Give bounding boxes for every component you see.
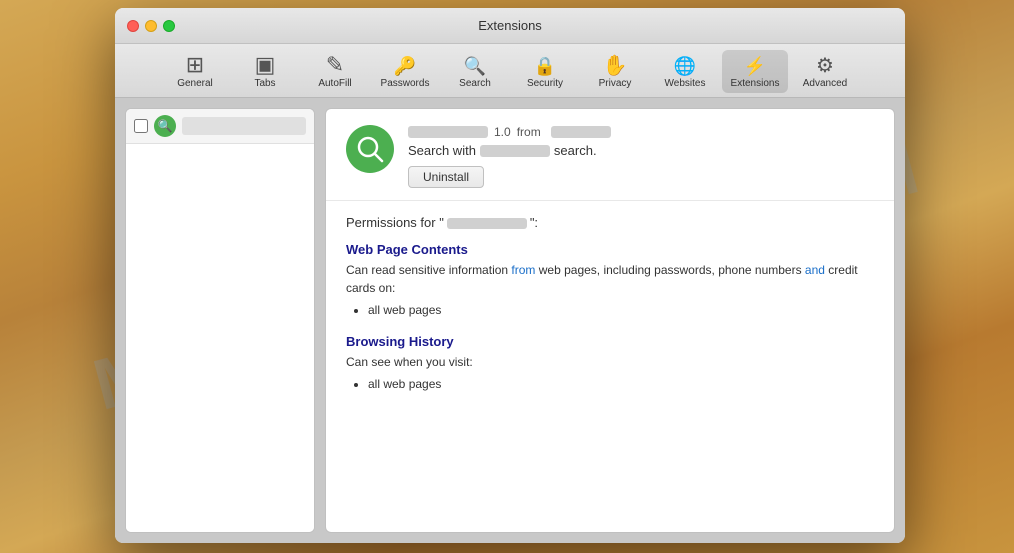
- highlight-from: from: [511, 263, 535, 277]
- extensions-list: [126, 144, 314, 532]
- search-with-prefix: Search with: [408, 143, 476, 158]
- security-icon: [534, 54, 556, 76]
- extension-name-row: 1.0 from: [408, 125, 874, 139]
- toolbar-label-extensions: Extensions: [731, 78, 780, 89]
- toolbar-label-privacy: Privacy: [599, 78, 632, 89]
- toolbar-label-general: General: [177, 78, 213, 89]
- toolbar-item-autofill[interactable]: AutoFill: [302, 50, 368, 93]
- permission-web-list: all web pages: [368, 301, 874, 320]
- extension-info: 1.0 from Search with search. Uninstall: [408, 125, 874, 188]
- toolbar-item-websites[interactable]: Websites: [652, 50, 718, 93]
- maximize-button[interactable]: [163, 20, 175, 32]
- permission-history-title: Browsing History: [346, 334, 874, 349]
- uninstall-button[interactable]: Uninstall: [408, 166, 484, 188]
- permission-web-page-contents: Web Page Contents Can read sensitive inf…: [346, 242, 874, 320]
- toolbar-label-autofill: AutoFill: [318, 78, 351, 89]
- permission-web-desc: Can read sensitive information from web …: [346, 261, 874, 297]
- permission-browsing-history: Browsing History Can see when you visit:…: [346, 334, 874, 394]
- toolbar-item-tabs[interactable]: Tabs: [232, 50, 298, 93]
- toolbar-item-extensions[interactable]: Extensions: [722, 50, 788, 93]
- toolbar-item-advanced[interactable]: Advanced: [792, 50, 858, 93]
- toolbar-label-security: Security: [527, 78, 563, 89]
- window-title: Extensions: [478, 18, 542, 33]
- highlight-and: and: [805, 263, 825, 277]
- toolbar-label-websites: Websites: [665, 78, 706, 89]
- toolbar-item-security[interactable]: Security: [512, 50, 578, 93]
- general-icon: [186, 54, 204, 76]
- extension-search-icon: 🔍: [154, 115, 176, 137]
- privacy-icon: [603, 54, 628, 76]
- select-all-checkbox[interactable]: [134, 119, 148, 133]
- minimize-button[interactable]: [145, 20, 157, 32]
- websites-icon: [674, 54, 696, 76]
- toolbar-item-search[interactable]: Search: [442, 50, 508, 93]
- toolbar-label-tabs: Tabs: [254, 78, 275, 89]
- close-button[interactable]: [127, 20, 139, 32]
- search-suffix: search.: [554, 143, 597, 158]
- toolbar: General Tabs AutoFill Passwords Search S…: [115, 44, 905, 98]
- extension-name-placeholder: [408, 126, 488, 138]
- permissions-for-suffix: ":: [530, 215, 538, 230]
- safari-preferences-window: Extensions General Tabs AutoFill Passwor…: [115, 8, 905, 543]
- permission-history-desc: Can see when you visit:: [346, 353, 874, 371]
- tabs-icon: [255, 54, 276, 76]
- traffic-lights: [127, 20, 175, 32]
- permission-history-list: all web pages: [368, 375, 874, 394]
- toolbar-label-search: Search: [459, 78, 491, 89]
- sidebar-header: 🔍: [126, 109, 314, 144]
- extensions-icon: [744, 54, 766, 76]
- extension-search-row: Search with search.: [408, 143, 874, 158]
- extension-name-bar: [182, 117, 306, 135]
- permissions-for-prefix: Permissions for ": [346, 215, 444, 230]
- title-bar: Extensions: [115, 8, 905, 44]
- autofill-icon: [326, 54, 344, 76]
- toolbar-item-privacy[interactable]: Privacy: [582, 50, 648, 93]
- list-item: all web pages: [368, 301, 874, 320]
- extension-from-placeholder: [551, 126, 611, 138]
- list-item: all web pages: [368, 375, 874, 394]
- toolbar-item-general[interactable]: General: [162, 50, 228, 93]
- toolbar-label-advanced: Advanced: [803, 78, 847, 89]
- toolbar-item-passwords[interactable]: Passwords: [372, 50, 438, 93]
- permissions-name-bar: [447, 218, 527, 229]
- search-icon: [464, 54, 486, 76]
- permissions-title: Permissions for " ":: [346, 215, 874, 230]
- advanced-icon: [816, 54, 834, 76]
- extension-search-name-bar: [480, 145, 550, 157]
- extensions-sidebar: 🔍: [125, 108, 315, 533]
- extension-header: 1.0 from Search with search. Uninstall: [326, 109, 894, 201]
- content-area: 🔍 1.0 from: [115, 98, 905, 543]
- extension-icon: [346, 125, 394, 173]
- extension-version: 1.0: [494, 125, 511, 139]
- extension-detail-panel: 1.0 from Search with search. Uninstall P…: [325, 108, 895, 533]
- passwords-icon: [394, 54, 416, 76]
- toolbar-label-passwords: Passwords: [381, 78, 430, 89]
- permission-web-title: Web Page Contents: [346, 242, 874, 257]
- extension-from-word: from: [517, 125, 541, 139]
- permissions-section: Permissions for " ": Web Page Contents Ca…: [326, 201, 894, 532]
